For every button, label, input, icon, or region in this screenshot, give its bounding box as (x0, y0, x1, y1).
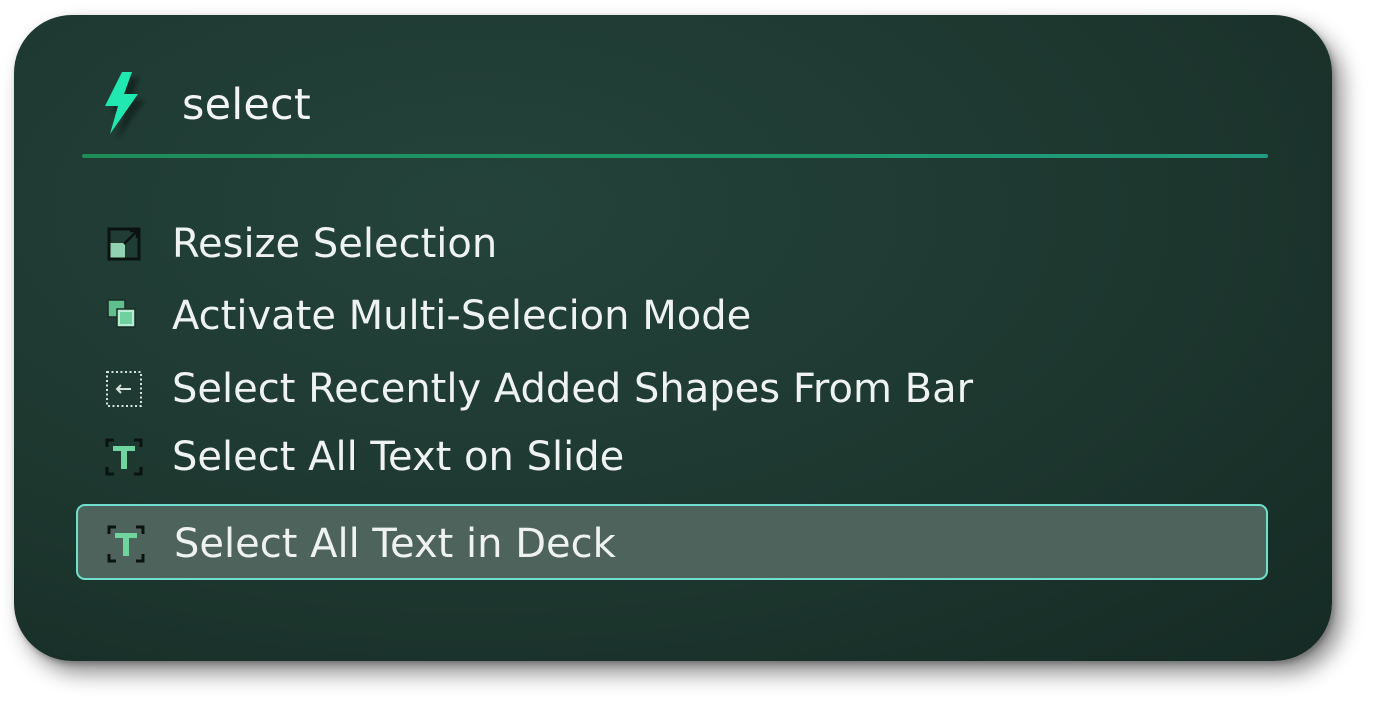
text-select-icon (106, 524, 146, 564)
result-resize-selection[interactable]: Resize Selection (76, 206, 1268, 282)
result-select-text-slide[interactable]: Select All Text on Slide (76, 419, 1268, 495)
result-label: Select Recently Added Shapes From Bar (172, 366, 974, 412)
result-label: Activate Multi-Selecion Mode (172, 293, 752, 339)
result-multi-selection-mode[interactable]: Activate Multi-Selecion Mode (76, 278, 1268, 354)
result-select-recent-shapes[interactable]: Select Recently Added Shapes From Bar (76, 351, 1268, 427)
resize-selection-icon (104, 224, 144, 264)
text-select-icon (104, 437, 144, 477)
result-label: Select All Text in Deck (174, 521, 616, 567)
result-label: Select All Text on Slide (172, 434, 625, 480)
results-list: Resize Selection Activate Multi-Selecion… (14, 15, 1332, 661)
result-select-text-deck[interactable]: Select All Text in Deck (76, 504, 1268, 580)
stage: Resize Selection Activate Multi-Selecion… (0, 0, 1374, 721)
result-label: Resize Selection (172, 221, 498, 267)
multi-select-icon (104, 296, 144, 336)
select-recent-shapes-icon (104, 369, 144, 409)
command-palette: Resize Selection Activate Multi-Selecion… (14, 15, 1332, 661)
